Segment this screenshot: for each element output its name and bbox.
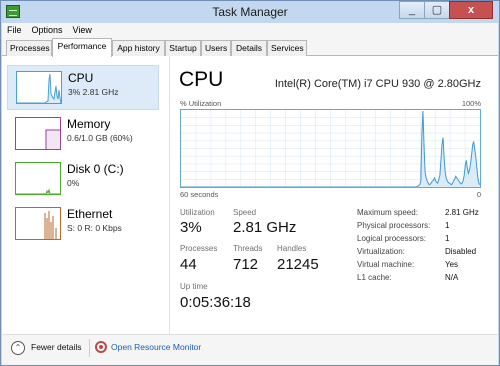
graph-label-duration: 60 seconds: [180, 190, 219, 199]
tab-details[interactable]: Details: [231, 40, 267, 56]
menu-options[interactable]: Options: [27, 23, 68, 37]
handles-label: Handles: [277, 244, 307, 253]
virtualization-value: Disabled: [445, 247, 477, 256]
cpu-detail-panel: CPU Intel(R) Core(TM) i7 CPU 930 @ 2.80G…: [172, 56, 498, 334]
tab-processes[interactable]: Processes: [6, 40, 52, 56]
logical-processors-value: 1: [445, 234, 450, 243]
resource-list: CPU 3% 2.81 GHz Memory 0.6/1.0 GB (60%): [2, 56, 170, 334]
cpu-thumbnail-svg: [17, 73, 62, 104]
l1-cache-label: L1 cache:: [357, 273, 392, 282]
physical-processors-value: 1: [445, 221, 450, 230]
performance-content: CPU 3% 2.81 GHz Memory 0.6/1.0 GB (60%): [2, 56, 498, 334]
menu-view[interactable]: View: [68, 23, 97, 37]
resource-disk-value: 0%: [67, 178, 80, 188]
ethernet-thumbnail-graph: [15, 207, 61, 240]
virtual-machine-value: Yes: [445, 260, 459, 269]
tab-app-history[interactable]: App history: [112, 40, 165, 56]
open-resource-monitor-link[interactable]: Open Resource Monitor: [111, 342, 201, 352]
uptime-label: Up time: [180, 282, 208, 291]
handles-value: 21245: [277, 256, 319, 273]
resource-cpu[interactable]: CPU 3% 2.81 GHz: [7, 65, 159, 110]
graph-label-max: 100%: [461, 99, 481, 108]
graph-label-utilization: % Utilization: [180, 99, 222, 108]
virtual-machine-label: Virtual machine:: [357, 260, 415, 269]
logical-processors-label: Logical processors:: [357, 234, 426, 243]
chevron-up-icon[interactable]: ⌃: [11, 341, 25, 355]
tab-performance[interactable]: Performance: [52, 38, 112, 57]
cpu-model-name: Intel(R) Core(TM) i7 CPU 930 @ 2.80GHz: [274, 78, 481, 90]
resource-monitor-icon[interactable]: [95, 341, 107, 353]
separator: [89, 339, 90, 357]
resource-disk-name: Disk 0 (C:): [67, 162, 124, 176]
resource-ethernet[interactable]: Ethernet S: 0 R: 0 Kbps: [7, 202, 159, 247]
disk-thumbnail-svg: [16, 188, 60, 195]
tab-strip: Processes Performance App history Startu…: [2, 37, 498, 57]
cpu-heading: CPU: [179, 68, 224, 91]
max-speed-label: Maximum speed:: [357, 208, 418, 217]
cpu-thumbnail-graph: [16, 71, 62, 104]
menu-bar: File Options View: [2, 23, 498, 37]
window-controls: _ ▢ x: [399, 1, 493, 19]
resource-cpu-name: CPU: [68, 71, 94, 85]
utilization-value: 3%: [180, 219, 202, 236]
tab-services[interactable]: Services: [267, 40, 307, 56]
maximize-button[interactable]: ▢: [424, 1, 450, 19]
menu-file[interactable]: File: [2, 23, 27, 37]
threads-value: 712: [233, 256, 259, 273]
uptime-value: 0:05:36:18: [180, 294, 251, 311]
close-button[interactable]: x: [449, 1, 493, 19]
physical-processors-label: Physical processors:: [357, 221, 431, 230]
disk-thumbnail-graph: [15, 162, 61, 195]
speed-label: Speed: [233, 208, 257, 217]
fewer-details-link[interactable]: Fewer details: [31, 342, 82, 352]
processes-value: 44: [180, 256, 197, 273]
bottom-bar: ⌃ Fewer details Open Resource Monitor: [2, 334, 498, 365]
tab-startup[interactable]: Startup: [165, 40, 201, 56]
resource-ethernet-value: S: 0 R: 0 Kbps: [67, 223, 122, 233]
cpu-utilization-graph: [180, 109, 481, 188]
resource-cpu-value: 3% 2.81 GHz: [68, 87, 119, 97]
speed-value: 2.81 GHz: [233, 219, 297, 236]
resource-ethernet-name: Ethernet: [67, 207, 113, 221]
virtualization-label: Virtualization:: [357, 247, 405, 256]
task-manager-window: Task Manager _ ▢ x File Options View Pro…: [0, 0, 500, 366]
ethernet-thumbnail-svg: [44, 211, 57, 239]
memory-thumbnail-svg: [45, 129, 60, 149]
memory-thumbnail-graph: [15, 117, 61, 150]
resource-memory-name: Memory: [67, 117, 111, 131]
processes-label: Processes: [180, 244, 218, 253]
tab-users[interactable]: Users: [201, 40, 231, 56]
resource-disk[interactable]: Disk 0 (C:) 0%: [7, 157, 159, 202]
minimize-button[interactable]: _: [399, 1, 425, 19]
utilization-label: Utilization: [180, 208, 215, 217]
cpu-graph-svg: [181, 110, 480, 187]
title-bar[interactable]: Task Manager _ ▢ x: [1, 1, 499, 23]
max-speed-value: 2.81 GHz: [445, 208, 479, 217]
resource-memory-value: 0.6/1.0 GB (60%): [67, 133, 133, 143]
l1-cache-value: N/A: [445, 273, 459, 282]
threads-label: Threads: [233, 244, 263, 253]
graph-label-zero: 0: [476, 190, 481, 199]
resource-memory[interactable]: Memory 0.6/1.0 GB (60%): [7, 112, 159, 157]
